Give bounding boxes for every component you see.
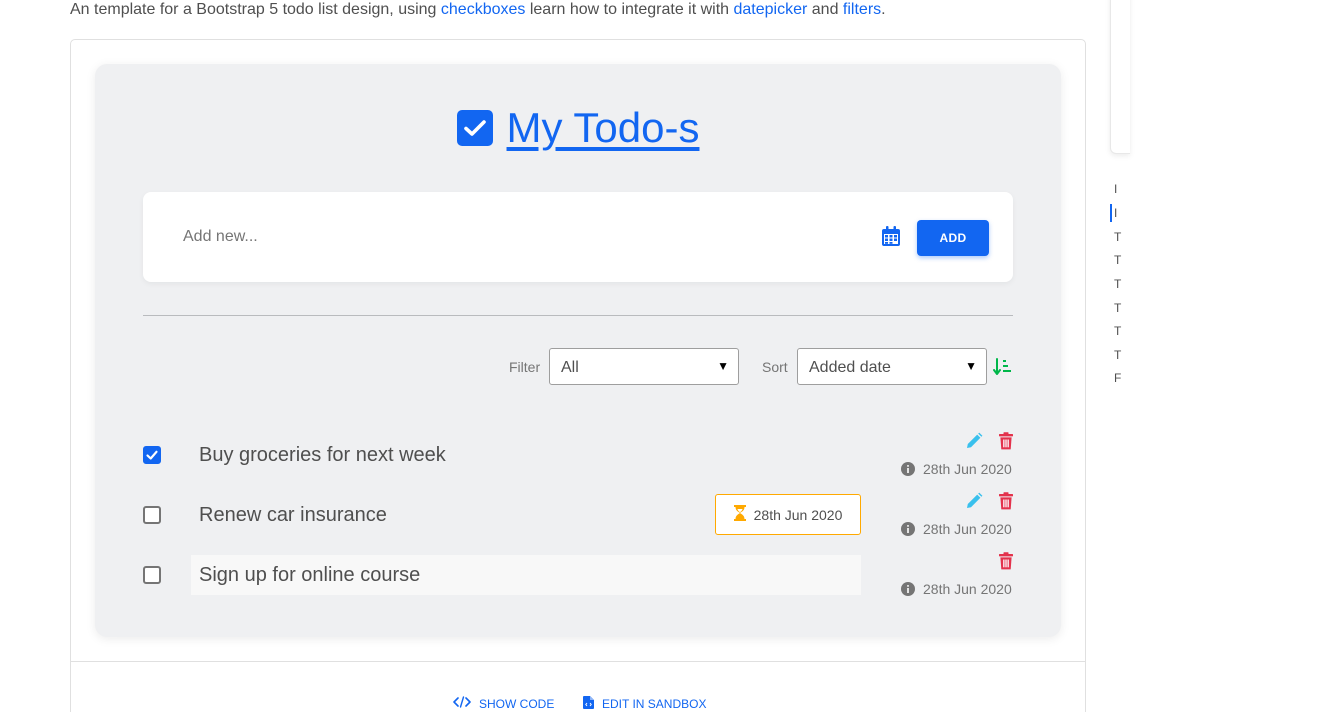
created-date: 28th Jun 2020 <box>923 461 1012 477</box>
demo-footer-divider <box>71 661 1085 662</box>
hourglass-icon <box>733 505 746 524</box>
filter-select[interactable]: All ▼ <box>549 348 739 385</box>
table-of-contents: I I T T T T T T F <box>1110 180 1130 390</box>
info-circle-icon <box>901 582 915 596</box>
todo-title: My Todo-s <box>95 104 1061 152</box>
todo-item: Sign up for online course 28th Jun 2020 <box>95 545 1061 605</box>
todo-checkbox[interactable] <box>143 506 161 524</box>
todo-panel: My Todo-s ADD Filter All ▼ <box>95 64 1061 637</box>
trash-icon[interactable] <box>997 552 1015 570</box>
created-date: 28th Jun 2020 <box>923 521 1012 537</box>
todo-item: Renew car insurance 28th Jun 2020 28th J… <box>95 485 1061 545</box>
todo-checkbox[interactable] <box>143 566 161 584</box>
add-todo-card: ADD <box>143 192 1013 282</box>
checkboxes-link[interactable]: checkboxes <box>441 1 526 18</box>
edit-in-sandbox-button[interactable]: EDIT IN SANDBOX <box>583 696 706 712</box>
toc-item[interactable]: I <box>1114 206 1117 220</box>
todo-text[interactable]: Renew car insurance <box>191 495 387 535</box>
toc-item[interactable]: T <box>1114 301 1121 315</box>
toc-item[interactable]: T <box>1114 324 1121 338</box>
toc-item[interactable]: F <box>1114 371 1121 385</box>
toc-item[interactable]: T <box>1114 277 1121 291</box>
add-todo-input[interactable] <box>169 217 829 257</box>
toc-active-indicator <box>1110 204 1112 222</box>
toc-item[interactable]: T <box>1114 348 1121 362</box>
pencil-icon[interactable] <box>965 492 983 510</box>
filter-label: Filter <box>509 359 541 375</box>
calendar-icon[interactable] <box>881 225 901 247</box>
caret-down-icon: ▼ <box>965 359 977 373</box>
show-code-button[interactable]: SHOW CODE <box>453 696 554 711</box>
created-date: 28th Jun 2020 <box>923 581 1012 597</box>
toc-item[interactable]: I <box>1114 182 1117 196</box>
check-square-icon <box>456 110 493 146</box>
intro-text: An template for a Bootstrap 5 todo list … <box>70 1 886 18</box>
pencil-icon[interactable] <box>965 432 983 450</box>
due-date-text: 28th Jun 2020 <box>753 506 843 523</box>
page-title[interactable]: My Todo-s <box>507 104 700 152</box>
divider <box>143 315 1013 316</box>
code-icon <box>453 696 471 711</box>
datepicker-link[interactable]: datepicker <box>734 1 808 18</box>
demo-card: My Todo-s ADD Filter All ▼ <box>70 39 1086 712</box>
due-date-badge[interactable]: 28th Jun 2020 <box>715 494 861 535</box>
sort-select[interactable]: Added date ▼ <box>797 348 987 385</box>
add-button[interactable]: ADD <box>917 220 989 256</box>
toc-item[interactable]: T <box>1114 230 1121 244</box>
todo-checkbox[interactable] <box>143 446 161 464</box>
info-circle-icon <box>901 462 915 476</box>
trash-icon[interactable] <box>997 432 1015 450</box>
todo-text[interactable]: Sign up for online course <box>191 555 861 595</box>
sort-direction-icon[interactable] <box>993 358 1013 376</box>
trash-icon[interactable] <box>997 492 1015 510</box>
file-code-icon <box>583 696 594 712</box>
toc-item[interactable]: T <box>1114 253 1121 267</box>
info-circle-icon <box>901 522 915 536</box>
filters-link[interactable]: filters <box>843 1 881 18</box>
todo-item: Buy groceries for next week 28th Jun 202… <box>95 425 1061 485</box>
todo-text[interactable]: Buy groceries for next week <box>191 435 446 475</box>
caret-down-icon: ▼ <box>717 359 729 373</box>
sort-label: Sort <box>762 359 788 375</box>
side-card <box>1110 0 1130 154</box>
